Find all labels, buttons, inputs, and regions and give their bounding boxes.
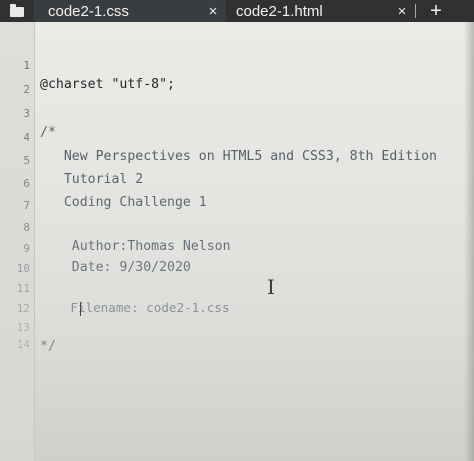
editor-edge-shadow <box>464 22 474 461</box>
code-line[interactable]: 4 New Perspectives on HTML5 and CSS3, 8t… <box>0 108 474 164</box>
folder-icon <box>10 4 24 17</box>
new-tab-button[interactable]: + <box>416 0 456 22</box>
close-icon[interactable]: × <box>200 3 226 20</box>
tab-divider <box>415 4 416 18</box>
code-line[interactable]: 1 @charset "utf-8"; <box>0 36 474 92</box>
code-line[interactable]: 8 Author:Thomas Nelson <box>0 198 474 254</box>
files-button[interactable] <box>0 0 34 22</box>
line-number: 14 <box>16 338 30 351</box>
code-line[interactable]: 11 Filename: code2-1.css <box>0 259 474 315</box>
code-line[interactable]: 10 <box>0 239 474 275</box>
text-cursor-icon <box>80 302 81 316</box>
code-editor[interactable]: 1 @charset "utf-8"; 2 3 /* 4 New Perspec… <box>0 22 474 461</box>
line-text: */ <box>40 339 56 354</box>
code-line[interactable]: 14 <box>0 315 474 351</box>
code-line[interactable]: 6 Coding Challenge 1 <box>0 154 474 210</box>
code-line[interactable]: 2 <box>0 60 474 96</box>
tab-bar: code2-1.css × code2-1.html × + <box>0 0 474 22</box>
code-line[interactable]: 5 Tutorial 2 <box>0 131 474 187</box>
mouse-ibeam-icon: I <box>267 275 275 299</box>
tab-label: code2-1.css <box>48 2 129 20</box>
tab-code2-1-css[interactable]: code2-1.css × <box>34 0 226 22</box>
code-line[interactable]: 9 Date: 9/30/2020 <box>0 219 474 275</box>
tab-label: code2-1.html <box>236 2 323 20</box>
code-line[interactable]: 7 <box>0 176 474 212</box>
close-icon[interactable]: × <box>389 3 415 20</box>
code-line[interactable]: 3 /* <box>0 84 474 140</box>
tab-code2-1-html[interactable]: code2-1.html × <box>226 0 416 22</box>
